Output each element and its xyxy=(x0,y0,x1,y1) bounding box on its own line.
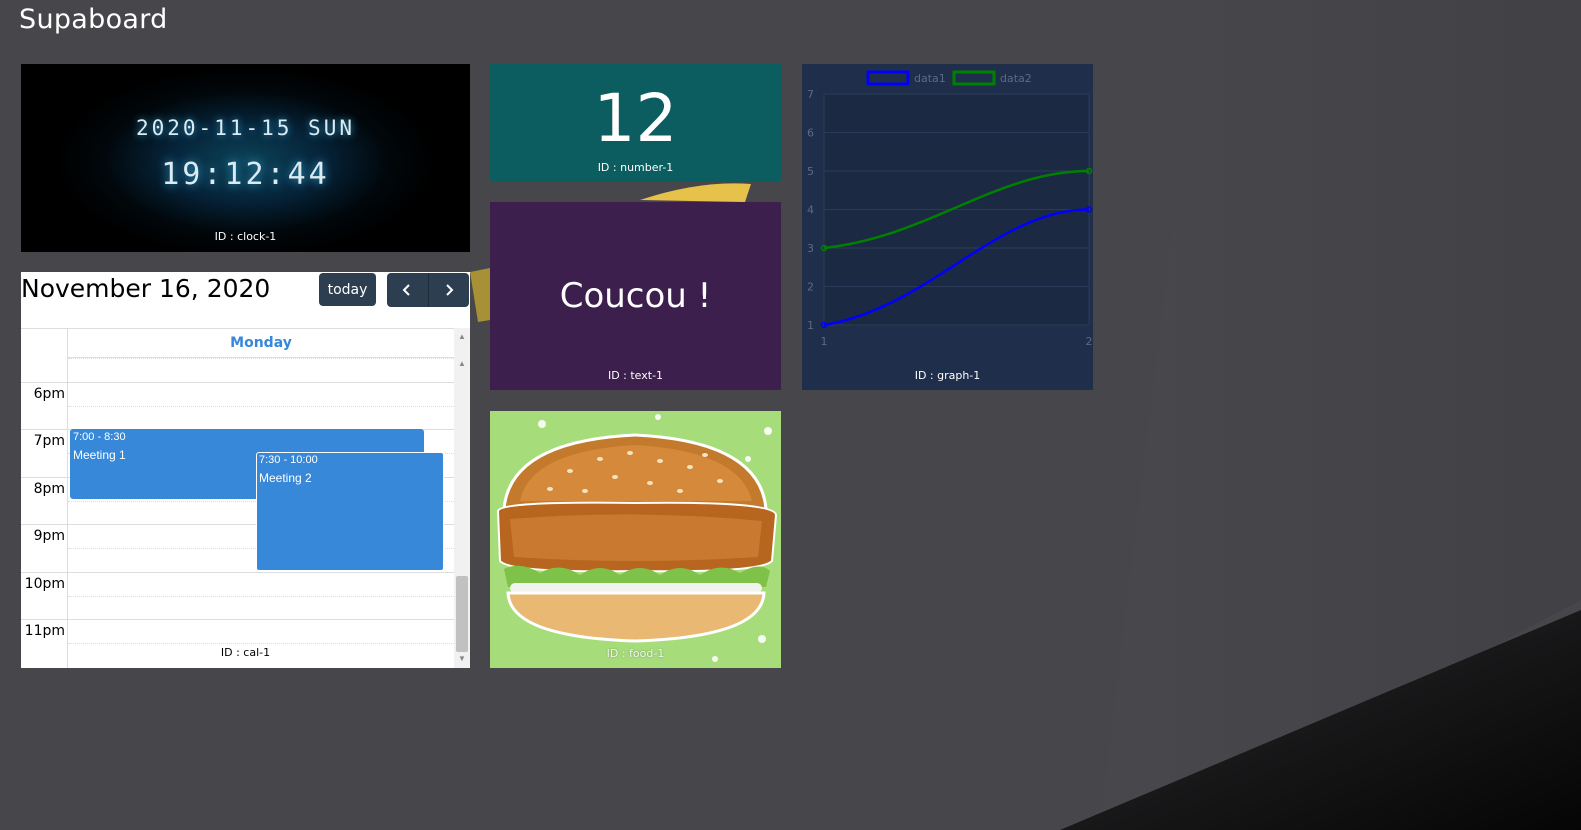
hour-label: 7pm xyxy=(33,433,65,449)
calendar-title: November 16, 2020 xyxy=(21,274,271,303)
day-header[interactable]: Monday xyxy=(68,329,454,358)
clock-time: 19:12:44 xyxy=(161,157,330,192)
widget-id-label: ID : cal-1 xyxy=(220,646,271,659)
hour-label: 8pm xyxy=(33,481,65,497)
clock-widget: 2020-11-15 SUN 19:12:44 ID : clock-1 xyxy=(21,64,470,252)
line-chart: 1 2 3 4 5 6 7 1 2 data1 data2 xyxy=(807,70,1093,348)
hour-row[interactable]: 6pm xyxy=(21,382,454,406)
food-widget: ID : food-1 xyxy=(490,411,781,668)
next-button[interactable] xyxy=(427,273,470,307)
text-widget: Coucou ! ID : text-1 xyxy=(490,202,781,390)
calendar-widget: November 16, 2020 today Monday 6pm 7pm 8… xyxy=(21,272,470,668)
x-tick-label: 1 xyxy=(821,335,828,348)
graph-widget: 1 2 3 4 5 6 7 1 2 data1 data2 ID : graph-1 xyxy=(802,64,1093,390)
nav-button-group xyxy=(387,273,469,307)
event-time: 7:00 - 8:30 xyxy=(73,431,126,443)
calendar-grid: Monday 6pm 7pm 8pm 9pm 10pm 11pm 7:00 - … xyxy=(21,328,470,668)
today-button[interactable]: today xyxy=(319,273,376,306)
legend-swatch xyxy=(866,70,910,86)
hour-label: 6pm xyxy=(33,386,65,402)
slot-row[interactable] xyxy=(68,358,454,382)
slot-row[interactable] xyxy=(68,406,454,430)
widget-id-label: ID : number-1 xyxy=(597,161,674,174)
widget-id-label: ID : food-1 xyxy=(606,647,665,660)
y-tick-label: 1 xyxy=(807,319,814,332)
number-value: 12 xyxy=(593,80,678,157)
scroll-thumb[interactable] xyxy=(456,576,468,652)
number-widget: 12 ID : number-1 xyxy=(490,64,781,182)
app-title: Supaboard xyxy=(19,4,168,35)
hour-row[interactable]: 10pm xyxy=(21,572,454,596)
hour-row[interactable]: 11pm xyxy=(21,619,454,643)
calendar-scrollbar[interactable]: ▲ ▲ ▼ xyxy=(454,328,470,668)
legend-swatch xyxy=(952,70,996,86)
hour-label: 11pm xyxy=(24,623,65,639)
y-tick-label: 2 xyxy=(807,281,814,294)
widget-id-label: ID : text-1 xyxy=(607,369,664,382)
y-tick-label: 7 xyxy=(807,88,814,101)
prev-button[interactable] xyxy=(387,273,428,307)
x-tick-label: 2 xyxy=(1086,335,1093,348)
scroll-up-icon[interactable]: ▲ xyxy=(454,357,470,371)
legend-label: data2 xyxy=(1000,72,1032,85)
widget-id-label: ID : clock-1 xyxy=(214,230,277,243)
hour-label: 9pm xyxy=(33,528,65,544)
calendar-event[interactable]: 7:30 - 10:00 Meeting 2 xyxy=(256,452,444,571)
y-tick-label: 4 xyxy=(807,204,814,217)
slot-row[interactable] xyxy=(68,596,454,620)
legend-label: data1 xyxy=(914,72,946,85)
clock-date: 2020-11-15 SUN xyxy=(135,116,355,140)
y-tick-label: 3 xyxy=(807,242,814,255)
chevron-left-icon xyxy=(402,284,410,296)
y-tick-label: 5 xyxy=(807,165,814,178)
widget-id-label: ID : graph-1 xyxy=(914,369,981,382)
scroll-up-icon[interactable]: ▲ xyxy=(454,330,470,344)
y-tick-label: 6 xyxy=(807,127,814,140)
event-time: 7:30 - 10:00 xyxy=(259,454,318,466)
hour-label: 10pm xyxy=(24,576,65,592)
event-title: Meeting 2 xyxy=(259,471,312,485)
text-value: Coucou ! xyxy=(559,276,712,316)
burger-image xyxy=(490,411,781,668)
chevron-right-icon xyxy=(446,284,454,296)
